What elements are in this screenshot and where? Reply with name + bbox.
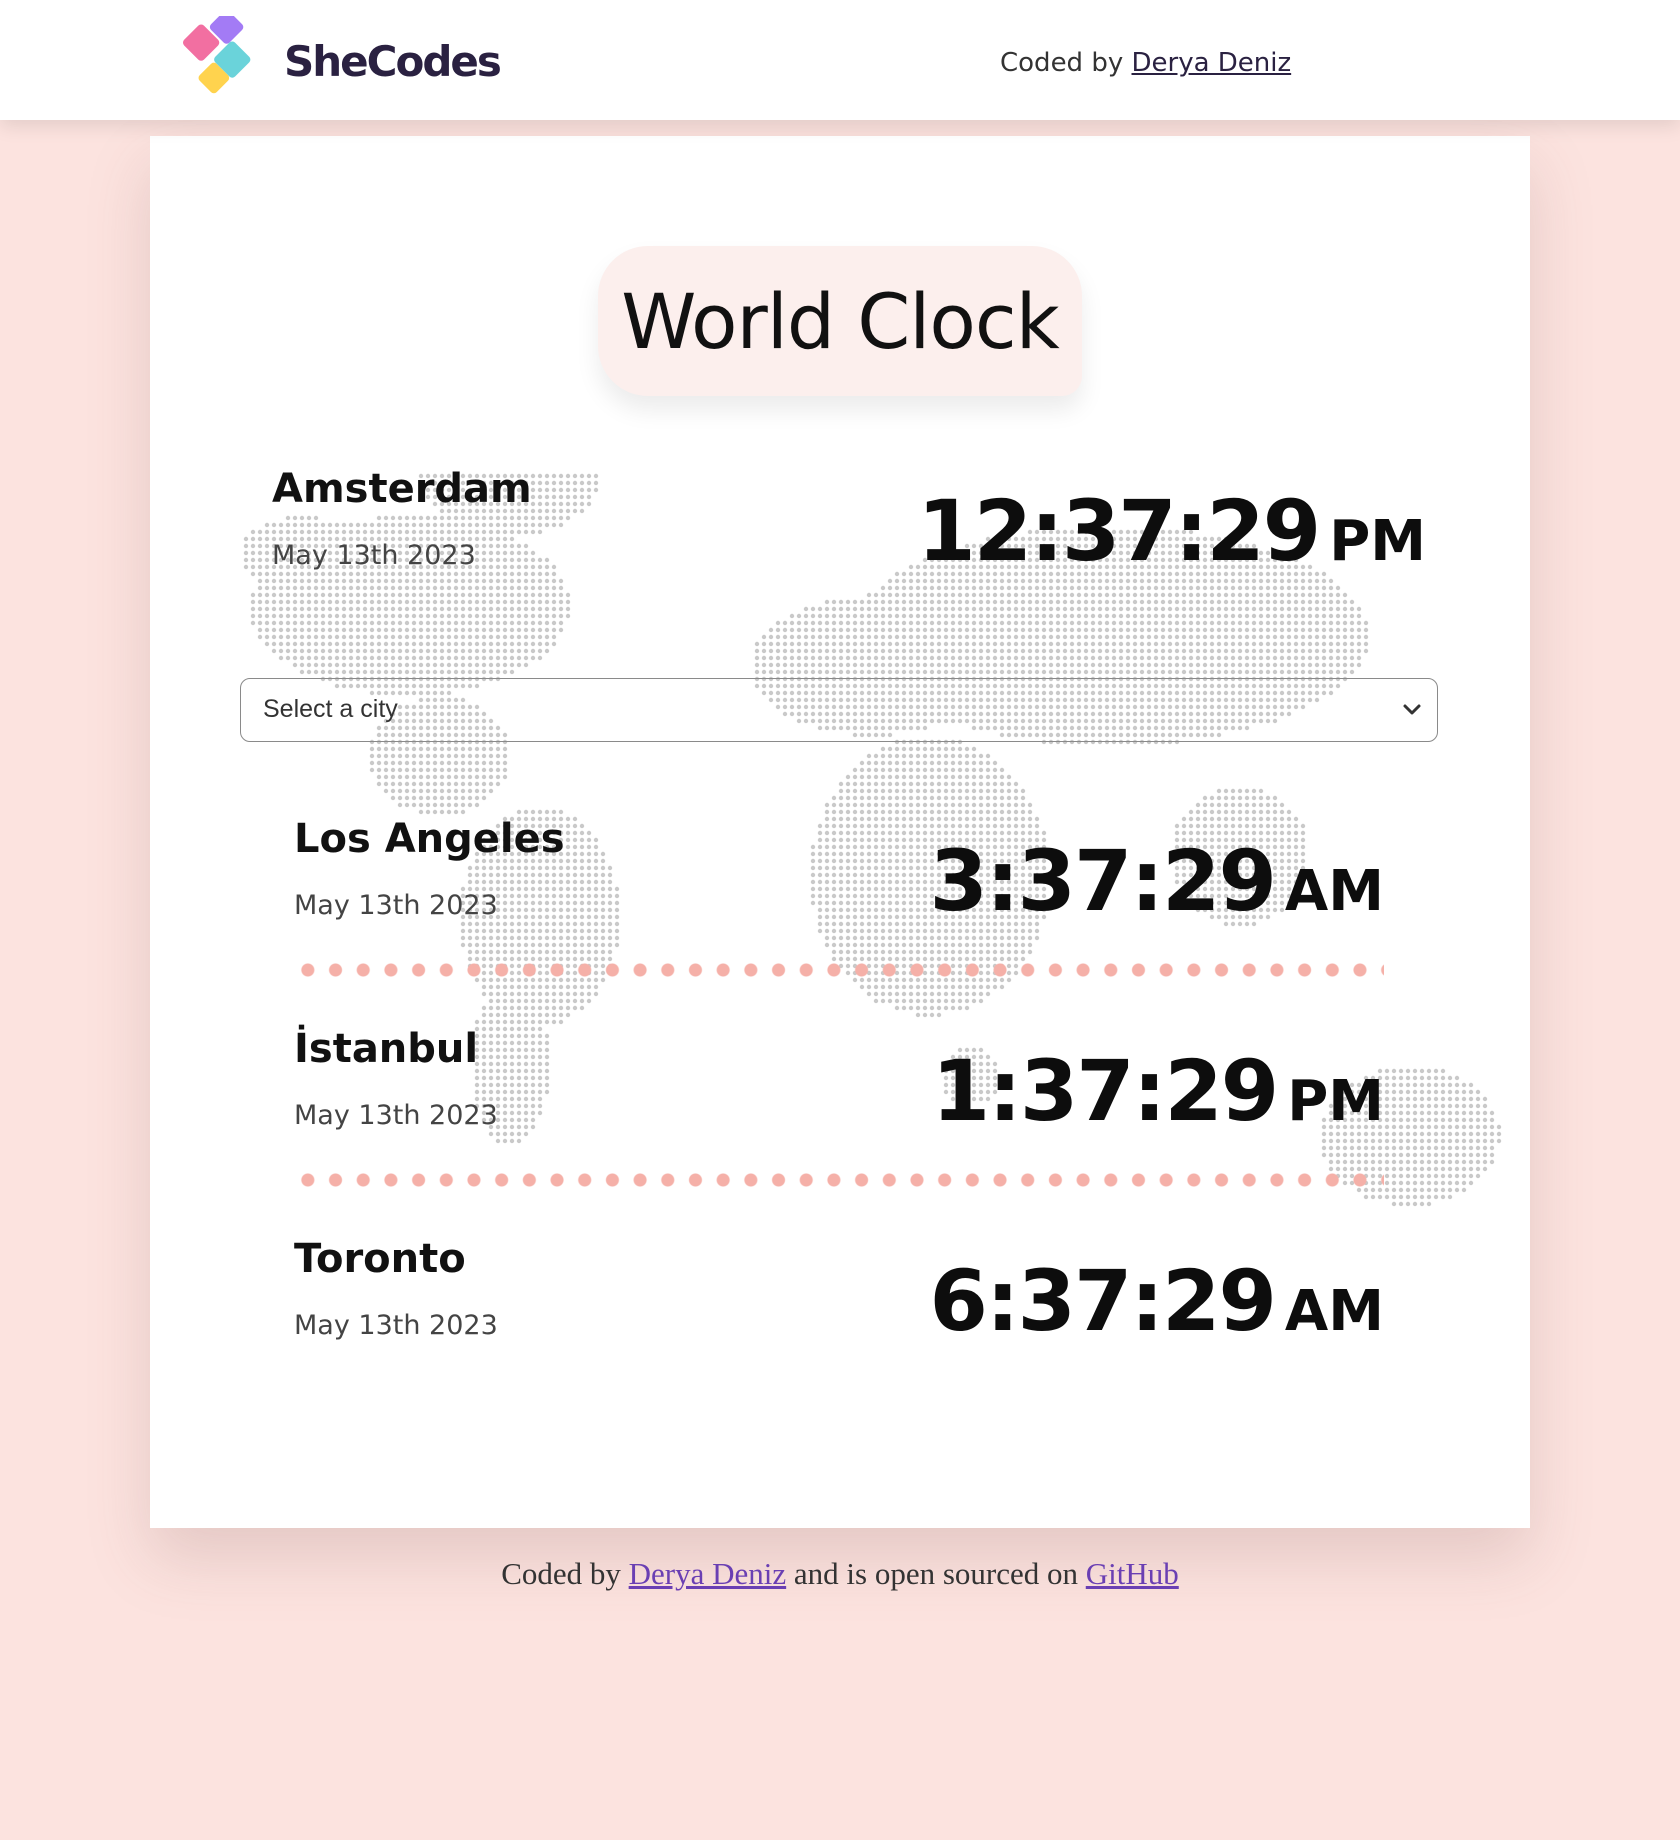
- time-period: AM: [1284, 859, 1384, 924]
- city-name: İstanbul: [294, 1026, 479, 1072]
- footer-credit: Coded by Derya Deniz and is open sourced…: [0, 1556, 1680, 1592]
- shecodes-logo-icon: [182, 16, 251, 94]
- title-container: World Clock: [598, 246, 1082, 396]
- footer-middle-text: and is open sourced on: [793, 1556, 1079, 1591]
- header-credit-prefix: Coded by: [1000, 48, 1124, 78]
- header-credit: Coded by Derya Deniz: [1000, 48, 1291, 78]
- time-period: PM: [1287, 1069, 1384, 1134]
- time-value: 12:37:29: [917, 482, 1321, 580]
- header-author-link[interactable]: Derya Deniz: [1132, 48, 1292, 78]
- time-value: 6:37:29: [929, 1252, 1277, 1350]
- city-time: 6:37:29 AM: [930, 1252, 1385, 1350]
- city-date: May 13th 2023: [294, 890, 498, 921]
- city-select[interactable]: Select a city: [240, 678, 1438, 742]
- brand-name: SheCodes: [284, 36, 502, 86]
- shecodes-logo[interactable]: SheCodes: [180, 16, 502, 106]
- city-date: May 13th 2023: [294, 1310, 498, 1341]
- time-period: AM: [1284, 1279, 1384, 1344]
- city-date: May 13th 2023: [294, 1100, 498, 1131]
- divider: [294, 963, 1384, 977]
- city-row-los-angeles: Los Angeles May 13th 2023 3:37:29 AM: [294, 816, 1384, 966]
- footer-github-link[interactable]: GitHub: [1086, 1556, 1179, 1591]
- city-name: Amsterdam: [272, 466, 532, 512]
- time-value: 1:37:29: [931, 1042, 1279, 1140]
- city-name: Los Angeles: [294, 816, 565, 862]
- time-value: 3:37:29: [929, 832, 1277, 930]
- city-date: May 13th 2023: [272, 540, 476, 571]
- footer-prefix: Coded by: [501, 1556, 621, 1591]
- city-row-toronto: Toronto May 13th 2023 6:37:29 AM: [294, 1236, 1384, 1386]
- city-time: 1:37:29 PM: [932, 1042, 1384, 1140]
- city-row-amsterdam: Amsterdam May 13th 2023 12:37:29 PM: [272, 466, 1530, 616]
- page-title: World Clock: [621, 276, 1059, 366]
- city-time: 12:37:29 PM: [917, 482, 1426, 580]
- city-time: 3:37:29 AM: [930, 832, 1385, 930]
- city-select-placeholder: Select a city: [263, 695, 398, 723]
- city-name: Toronto: [294, 1236, 466, 1282]
- world-clock-card: World Clock Amsterdam May 13th 2023 12:3…: [150, 136, 1530, 1528]
- time-period: PM: [1329, 509, 1426, 574]
- divider: [294, 1173, 1384, 1187]
- footer-author-link[interactable]: Derya Deniz: [629, 1556, 787, 1591]
- top-bar: SheCodes Coded by Derya Deniz: [0, 0, 1680, 120]
- chevron-down-icon: [1403, 704, 1421, 715]
- city-row-istanbul: İstanbul May 13th 2023 1:37:29 PM: [294, 1026, 1384, 1176]
